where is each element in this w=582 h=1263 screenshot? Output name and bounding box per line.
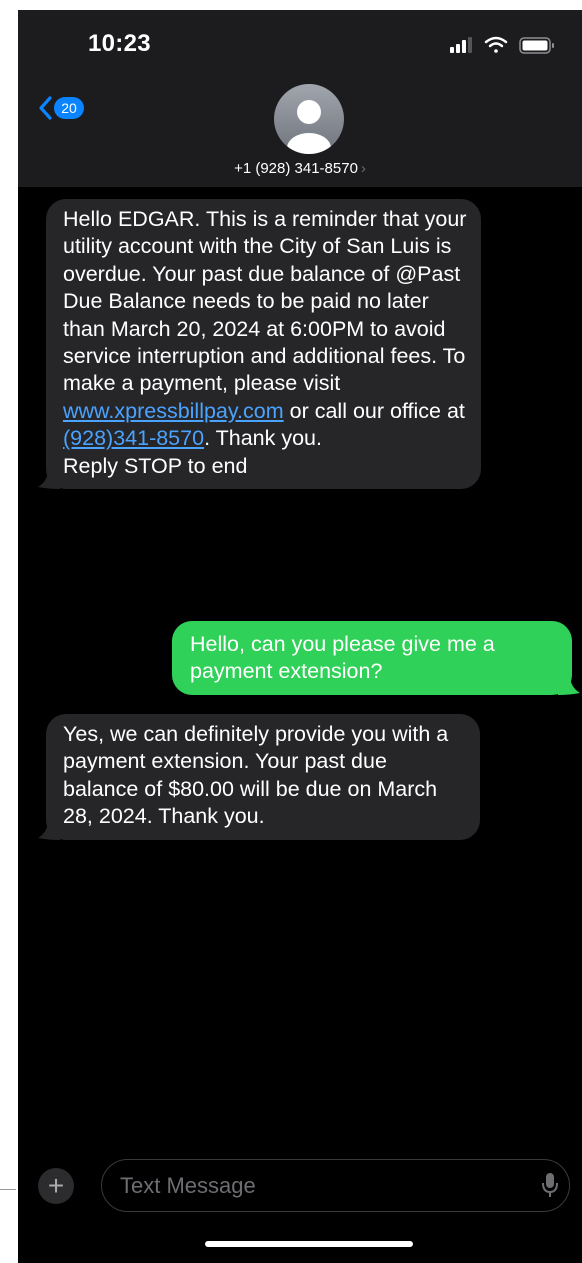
back-button[interactable]: 20 [38,96,84,120]
phone-link[interactable]: (928)341-8570 [63,426,204,450]
message-text: Hello, can you please give me a payment … [190,632,495,684]
plus-icon: + [47,1170,65,1201]
home-indicator[interactable] [205,1241,413,1247]
chevron-left-icon [39,96,52,120]
message-text: or call our office at [283,398,465,423]
website-link[interactable]: www.xpressbillpay.com [63,399,284,423]
battery-icon [519,37,554,54]
contact-name-button[interactable]: +1 (928) 341-8570 › [18,160,582,177]
message-input[interactable]: Text Message [101,1159,570,1212]
person-icon [287,100,331,154]
incoming-message-1[interactable]: Hello EDGAR. This is a reminder that you… [38,199,481,490]
contact-phone: +1 (928) 341-8570 [234,160,358,177]
message-text: Reply STOP to end [63,453,248,478]
bubble-tail [558,674,580,695]
bubble-tail [38,819,60,840]
message-text: Hello EDGAR. This is a reminder that you… [63,207,467,396]
unread-count-badge: 20 [54,97,84,119]
chevron-right-icon: › [360,160,366,177]
microphone-icon[interactable] [541,1172,559,1198]
bubble-tail [38,469,60,490]
status-icons [450,36,554,54]
incoming-message-2[interactable]: Yes, we can definitely provide you with … [38,714,480,840]
message-input-placeholder: Text Message [120,1173,256,1198]
outgoing-message-1[interactable]: Hello, can you please give me a payment … [172,621,580,695]
page-edge-line [0,1189,16,1190]
status-time: 10:23 [88,30,151,57]
messages-screen: 10:23 20 +1 (928) 341-8570 › Hello EDGAR… [18,10,582,1263]
add-attachment-button[interactable]: + [38,1168,74,1204]
contact-avatar[interactable] [274,84,344,154]
message-text: Yes, we can definitely provide you with … [63,722,449,829]
signal-icon [450,37,472,53]
wifi-icon [484,36,508,53]
message-text: . Thank you. [204,426,322,451]
